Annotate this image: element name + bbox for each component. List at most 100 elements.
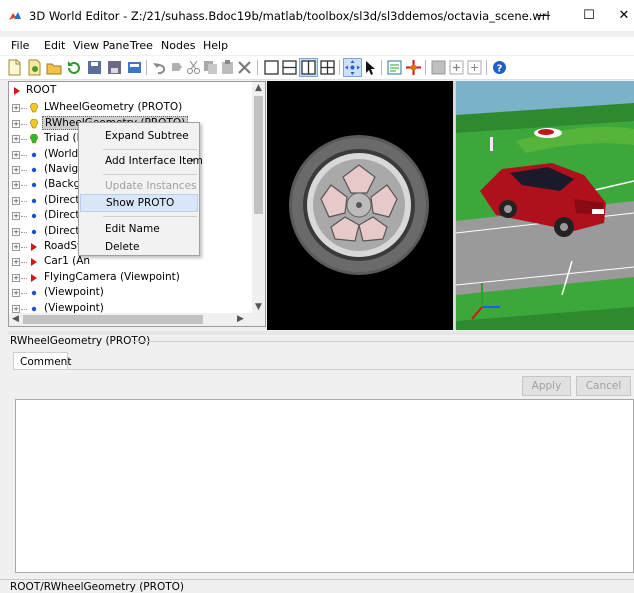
menu-separator xyxy=(103,216,197,217)
tree-connector xyxy=(21,108,27,110)
toolbar-separator xyxy=(381,60,382,75)
expand-toggle-icon[interactable]: + xyxy=(12,181,20,190)
navigate-icon[interactable] xyxy=(343,58,362,77)
export-icon[interactable] xyxy=(126,59,143,76)
menu-add-interface-item[interactable]: Add Interface Item › xyxy=(80,152,203,170)
tree-node[interactable]: + Car1 (An xyxy=(9,254,254,270)
tab-comment[interactable]: Comment xyxy=(13,352,71,370)
split-horizontal-icon[interactable] xyxy=(281,59,298,76)
toggle-panel-icon[interactable] xyxy=(430,59,447,76)
expand-toggle-icon[interactable]: + xyxy=(12,196,20,205)
tree-connector xyxy=(21,185,27,187)
single-view-icon[interactable] xyxy=(263,59,280,76)
new-world-icon[interactable] xyxy=(26,59,43,76)
save-as-icon[interactable] xyxy=(106,59,123,76)
tree-node-label: Car1 (An xyxy=(44,255,91,268)
comment-textarea[interactable] xyxy=(15,399,634,573)
expand-toggle-icon[interactable]: + xyxy=(12,258,20,267)
scroll-thumb[interactable] xyxy=(23,315,203,324)
expand-toggle-icon[interactable]: + xyxy=(12,304,20,313)
tree-node-label: (Viewpoint) xyxy=(44,286,104,299)
tree-horizontal-scrollbar[interactable]: ◀ ▶ xyxy=(9,313,265,326)
zoom-out-icon[interactable] xyxy=(466,59,483,76)
expand-toggle-icon[interactable]: + xyxy=(12,150,20,159)
tree-vertical-scrollbar[interactable]: ▲ ▼ xyxy=(252,82,265,314)
menu-help[interactable]: Help xyxy=(203,39,228,52)
expand-toggle-icon[interactable]: + xyxy=(12,166,20,174)
zoom-in-icon[interactable] xyxy=(448,59,465,76)
menu-nodes[interactable]: Nodes xyxy=(161,39,195,52)
paste-icon[interactable] xyxy=(219,59,236,76)
viewpoint-list-icon[interactable] xyxy=(386,59,403,76)
close-button[interactable]: ✕ xyxy=(601,0,634,31)
nav-zone-icon[interactable] xyxy=(405,59,422,76)
save-icon[interactable] xyxy=(86,59,103,76)
group-border xyxy=(132,341,634,342)
help-icon[interactable]: ? xyxy=(491,59,508,76)
apply-button[interactable]: Apply xyxy=(522,376,571,396)
menu-view-pane[interactable]: View Pane xyxy=(73,39,129,52)
red-triangle-icon xyxy=(31,243,37,251)
tab-strip xyxy=(13,369,634,370)
tree-connector xyxy=(21,154,27,156)
menu-item-label: Delete xyxy=(105,241,140,253)
window-title: 3D World Editor - Z:/21/suhass.Bdoc19b/m… xyxy=(29,9,550,23)
new-file-icon[interactable] xyxy=(6,59,23,76)
yellow-bulb-icon xyxy=(30,103,38,113)
delete-icon[interactable] xyxy=(236,59,253,76)
tree-connector xyxy=(21,308,27,310)
tree-connector xyxy=(21,139,27,141)
scroll-down-icon[interactable]: ▼ xyxy=(255,302,262,312)
scroll-thumb[interactable] xyxy=(254,96,263,214)
menu-expand-subtree[interactable]: Expand Subtree xyxy=(80,127,198,145)
menu-delete[interactable]: Delete xyxy=(80,238,198,256)
tree-node[interactable]: ROOT xyxy=(9,83,254,99)
scroll-up-icon[interactable]: ▲ xyxy=(255,83,262,93)
menu-item-label: Add Interface Item xyxy=(105,155,203,167)
tree-node[interactable]: + FlyingCamera (Viewpoint) xyxy=(9,270,254,286)
cancel-button[interactable]: Cancel xyxy=(576,376,631,396)
expand-toggle-icon[interactable]: + xyxy=(12,289,20,298)
tree-connector xyxy=(21,123,27,125)
expand-toggle-icon[interactable]: + xyxy=(12,212,20,221)
tree-connector xyxy=(21,247,27,248)
red-triangle-icon xyxy=(31,273,37,282)
tree-connector xyxy=(21,277,27,279)
submenu-arrow-icon: › xyxy=(190,155,194,166)
expand-toggle-icon[interactable]: + xyxy=(12,104,20,113)
expand-toggle-icon[interactable]: + xyxy=(12,273,20,282)
select-pointer-icon[interactable] xyxy=(362,59,379,76)
tree-node[interactable]: + LWheelGeometry (PROTO) xyxy=(9,100,254,116)
menu-edit[interactable]: Edit xyxy=(44,39,65,52)
redo-icon[interactable] xyxy=(168,59,185,76)
blue-dot-icon xyxy=(31,213,37,219)
proto-viewport[interactable] xyxy=(267,81,453,330)
menu-tree[interactable]: Tree xyxy=(130,39,153,52)
split-vertical-icon[interactable] xyxy=(299,58,318,77)
quad-view-icon[interactable] xyxy=(319,59,336,76)
menu-show-proto[interactable]: Show PROTO xyxy=(80,194,198,212)
tree-node[interactable]: + (Viewpoint) xyxy=(9,285,254,301)
expand-toggle-icon[interactable]: + xyxy=(12,119,20,128)
scroll-right-icon[interactable]: ▶ xyxy=(237,314,244,324)
scene-viewport[interactable] xyxy=(456,81,634,330)
scroll-left-icon[interactable]: ◀ xyxy=(12,314,19,324)
menu-edit-name[interactable]: Edit Name xyxy=(80,220,198,238)
cut-icon[interactable] xyxy=(185,59,202,76)
expand-toggle-icon[interactable]: + xyxy=(12,227,20,236)
expand-toggle-icon[interactable]: + xyxy=(12,135,20,144)
open-folder-icon[interactable] xyxy=(46,59,63,76)
status-bar: ROOT/RWheelGeometry (PROTO) xyxy=(0,579,634,593)
undo-icon[interactable] xyxy=(151,59,168,76)
app-logo-icon xyxy=(9,12,21,20)
expand-toggle-icon[interactable]: + xyxy=(12,243,20,251)
copy-icon[interactable] xyxy=(202,59,219,76)
context-menu: Expand Subtree Add Interface Item › Updat… xyxy=(78,122,203,256)
reload-icon[interactable] xyxy=(66,59,83,76)
minimize-button[interactable]: — xyxy=(521,0,567,31)
menu-file[interactable]: File xyxy=(11,39,29,52)
menu-item-label: Update Instances xyxy=(105,180,197,192)
menu-bar: File Edit View Pane Tree Nodes Help xyxy=(0,37,634,55)
menu-update-instances: Update Instances xyxy=(80,177,198,195)
yellow-bulb-icon xyxy=(30,118,38,129)
